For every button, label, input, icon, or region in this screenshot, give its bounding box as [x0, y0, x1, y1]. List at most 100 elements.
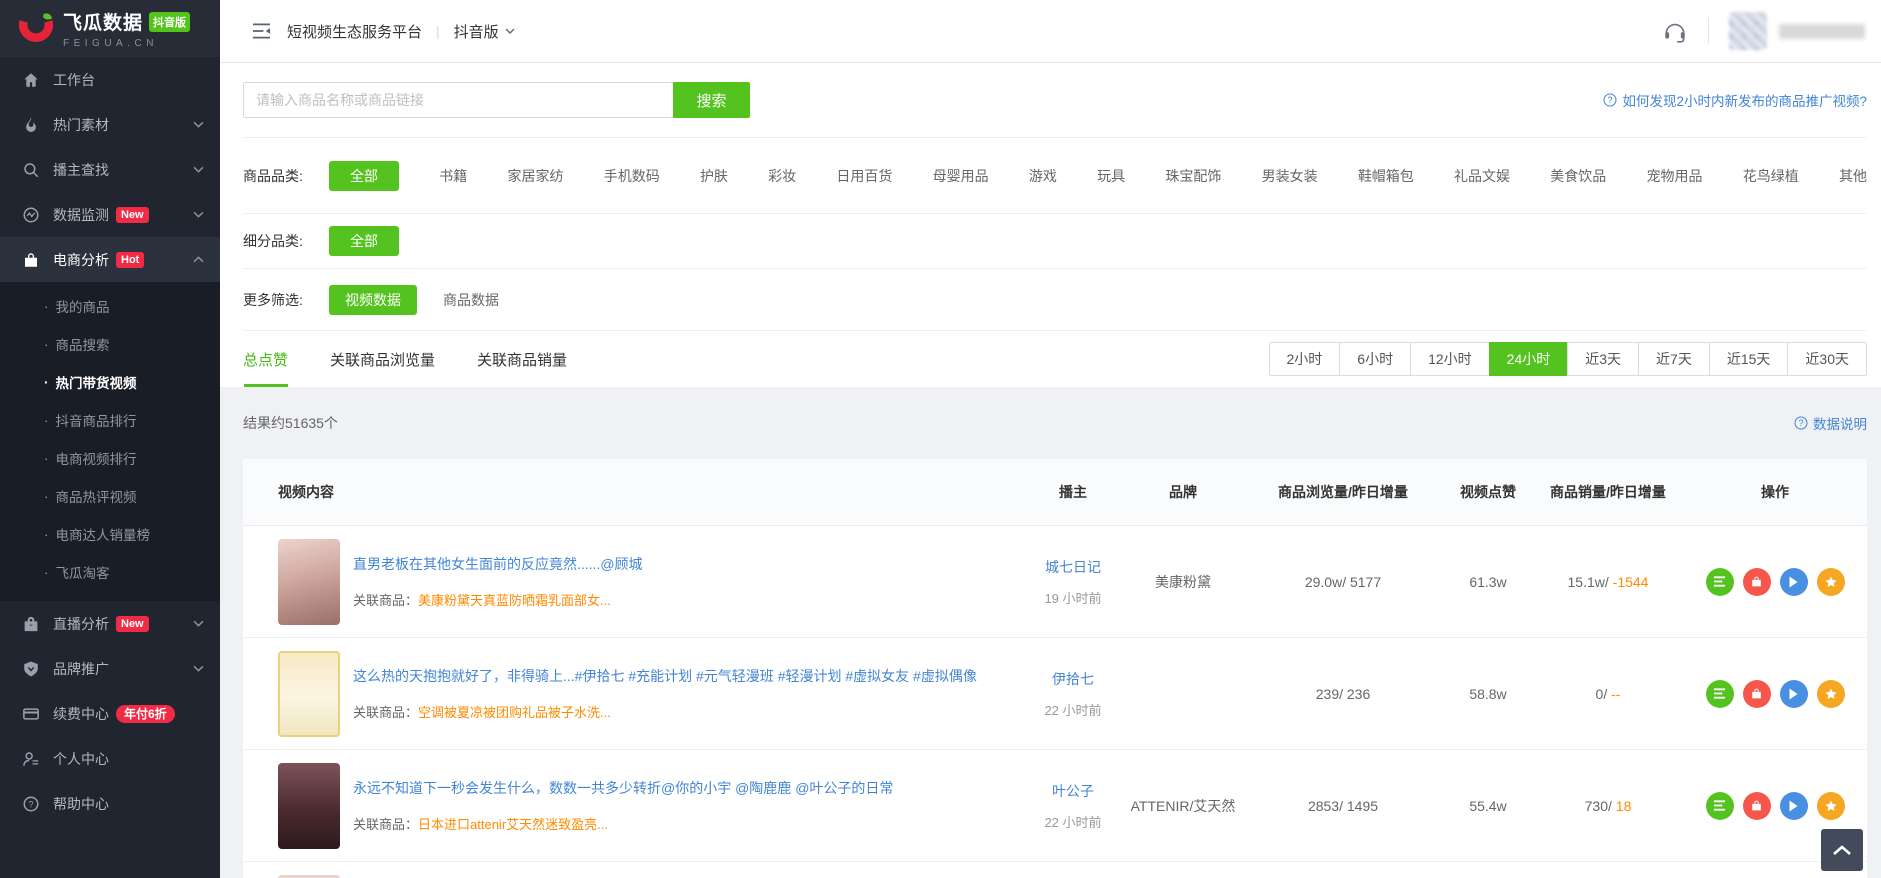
customer-service-icon[interactable] [1662, 18, 1688, 44]
search-button[interactable]: 搜索 [673, 82, 750, 118]
video-data-button[interactable] [1706, 568, 1734, 596]
time-filter-近3天[interactable]: 近3天 [1567, 342, 1639, 376]
table-body: 直男老板在其他女生面前的反应竟然......@顾城关联商品：美康粉黛天真蓝防晒霜… [243, 526, 1867, 878]
author-name-link[interactable]: 城七日记 [1023, 557, 1123, 577]
views-cell: 239/ 236 [1243, 686, 1443, 702]
category-option[interactable]: 珠宝配饰 [1165, 166, 1221, 186]
product-bag-button[interactable] [1743, 792, 1771, 820]
video-title-link[interactable]: 永远不知道下一秒会发生什么，数数一共多少转折@你的小宇 @陶鹿鹿 @叶公子的日常 [353, 778, 893, 798]
category-option[interactable]: 玩具 [1097, 166, 1125, 186]
time-filter-24小时[interactable]: 24小时 [1489, 342, 1569, 376]
category-option[interactable]: 书籍 [439, 166, 467, 186]
user-name-blurred[interactable] [1779, 24, 1865, 39]
associated-product-label: 关联商品： [353, 593, 418, 608]
video-table: 视频内容播主品牌商品浏览量/昨日增量视频点赞商品销量/昨日增量操作 直男老板在其… [243, 459, 1867, 878]
favorite-button[interactable] [1817, 792, 1845, 820]
more-filter-option[interactable]: 商品数据 [443, 290, 499, 310]
logo-domain: FEIGUA.CN [63, 38, 190, 49]
video-title-link[interactable]: 直男老板在其他女生面前的反应竟然......@顾城 [353, 554, 643, 574]
logo[interactable]: 飞瓜数据 抖音版 FEIGUA.CN [0, 0, 220, 57]
chevron-down-icon [505, 28, 515, 34]
time-filter-6小时[interactable]: 6小时 [1339, 342, 1411, 376]
category-option[interactable]: 家居家纺 [507, 166, 563, 186]
author-name-link[interactable]: 叶公子 [1023, 781, 1123, 801]
sidebar-item-label: 续费中心 [53, 704, 109, 724]
category-option[interactable]: 母婴用品 [933, 166, 989, 186]
category-option[interactable]: 手机数码 [604, 166, 660, 186]
sidebar-item-数据监测[interactable]: 数据监测 New [0, 192, 220, 237]
sidebar-item-直播分析[interactable]: 直播分析New [0, 601, 220, 646]
category-option[interactable]: 礼品文娱 [1454, 166, 1510, 186]
more-filter-option[interactable]: 视频数据 [329, 285, 417, 315]
category-option[interactable]: 彩妆 [768, 166, 796, 186]
author-name-link[interactable]: 伊拾七 [1023, 669, 1123, 689]
sidebar-subitem-商品热评视频[interactable]: 商品热评视频 [0, 477, 220, 515]
sidebar-item-工作台[interactable]: 工作台 [0, 57, 220, 102]
video-thumbnail[interactable] [278, 539, 340, 625]
video-title-link[interactable]: 这么热的天抱抱就好了，非得骑上...#伊拾七 #充能计划 #元气轻漫班 #轻漫计… [353, 666, 977, 686]
sales-value: 730/ [1585, 798, 1616, 814]
help-link[interactable]: ? 如何发现2小时内新发布的商品推广视频? [1603, 90, 1867, 110]
category-option[interactable]: 日用百货 [836, 166, 892, 186]
associated-product-link[interactable]: 日本进口attenir艾天然迷致盈亮... [418, 817, 608, 832]
category-option[interactable]: 其他 [1839, 166, 1867, 186]
category-option[interactable]: 花鸟绿植 [1743, 166, 1799, 186]
category-option[interactable]: 游戏 [1029, 166, 1057, 186]
category-option[interactable]: 护肤 [700, 166, 728, 186]
sidebar-item-label: 数据监测 [53, 205, 109, 225]
sidebar-item-label: 热门素材 [53, 115, 109, 135]
category-option[interactable]: 全部 [329, 161, 399, 191]
video-thumbnail[interactable] [278, 763, 340, 849]
sidebar-subitem-我的商品[interactable]: 我的商品 [0, 287, 220, 325]
tab-关联商品浏览量[interactable]: 关联商品浏览量 [330, 331, 435, 387]
category-option[interactable]: 美食饮品 [1550, 166, 1606, 186]
user-avatar[interactable] [1729, 12, 1767, 50]
category-option[interactable]: 宠物用品 [1647, 166, 1703, 186]
time-filter-近15天[interactable]: 近15天 [1709, 342, 1789, 376]
sidebar-item-品牌推广[interactable]: 品牌推广 [0, 646, 220, 691]
search-input[interactable] [243, 82, 673, 118]
sidebar-subitem-电商达人销量榜[interactable]: 电商达人销量榜 [0, 515, 220, 553]
sidebar-subitem-商品搜索[interactable]: 商品搜索 [0, 325, 220, 363]
favorite-button[interactable] [1817, 568, 1845, 596]
filter-panel: 搜索 ? 如何发现2小时内新发布的商品推广视频? 商品品类: 全部书籍家居家纺手… [220, 63, 1881, 387]
tab-总点赞[interactable]: 总点赞 [243, 331, 288, 387]
table-row: 永远不知道下一秒会发生什么，数数一共多少转折@你的小宇 @陶鹿鹿 @叶公子的日常… [243, 750, 1867, 862]
sidebar-subitem-热门带货视频[interactable]: 热门带货视频 [0, 363, 220, 401]
play-video-button[interactable] [1780, 792, 1808, 820]
sidebar-item-续费中心[interactable]: 续费中心年付6折 [0, 691, 220, 736]
publish-time: 22 小时前 [1023, 700, 1123, 719]
subcategory-all-button[interactable]: 全部 [329, 226, 399, 256]
back-to-top-button[interactable] [1821, 829, 1863, 871]
menu-fold-icon[interactable] [252, 22, 271, 40]
video-thumbnail[interactable] [278, 651, 340, 737]
video-thumbnail[interactable] [278, 875, 340, 878]
associated-product-link[interactable]: 美康粉黛天真蓝防晒霜乳面部女... [418, 593, 611, 608]
video-data-button[interactable] [1706, 680, 1734, 708]
play-video-button[interactable] [1780, 568, 1808, 596]
sidebar-item-个人中心[interactable]: 个人中心 [0, 736, 220, 781]
play-video-button[interactable] [1780, 680, 1808, 708]
sidebar-item-播主查找[interactable]: 播主查找 [0, 147, 220, 192]
product-bag-button[interactable] [1743, 568, 1771, 596]
time-filter-2小时[interactable]: 2小时 [1269, 342, 1341, 376]
sidebar-item-电商分析[interactable]: 电商分析Hot [0, 237, 220, 282]
associated-product-link[interactable]: 空调被夏凉被团购礼品被子水洗... [418, 705, 611, 720]
sidebar-subitem-电商视频排行[interactable]: 电商视频排行 [0, 439, 220, 477]
category-option[interactable]: 男装女装 [1262, 166, 1318, 186]
sidebar-subitem-抖音商品排行[interactable]: 抖音商品排行 [0, 401, 220, 439]
category-option[interactable]: 鞋帽箱包 [1358, 166, 1414, 186]
sidebar-subitem-飞瓜淘客[interactable]: 飞瓜淘客 [0, 553, 220, 591]
sidebar-badge: New [116, 207, 149, 223]
time-filter-近7天[interactable]: 近7天 [1638, 342, 1710, 376]
product-bag-button[interactable] [1743, 680, 1771, 708]
time-filter-12小时[interactable]: 12小时 [1410, 342, 1490, 376]
tab-关联商品销量[interactable]: 关联商品销量 [477, 331, 567, 387]
edition-switcher[interactable]: 抖音版 [454, 21, 515, 42]
favorite-button[interactable] [1817, 680, 1845, 708]
sidebar-item-帮助中心[interactable]: ?帮助中心 [0, 781, 220, 826]
time-filter-近30天[interactable]: 近30天 [1787, 342, 1867, 376]
video-data-button[interactable] [1706, 792, 1734, 820]
data-note-link[interactable]: ? 数据说明 [1794, 413, 1867, 433]
sidebar-item-热门素材[interactable]: 热门素材 [0, 102, 220, 147]
